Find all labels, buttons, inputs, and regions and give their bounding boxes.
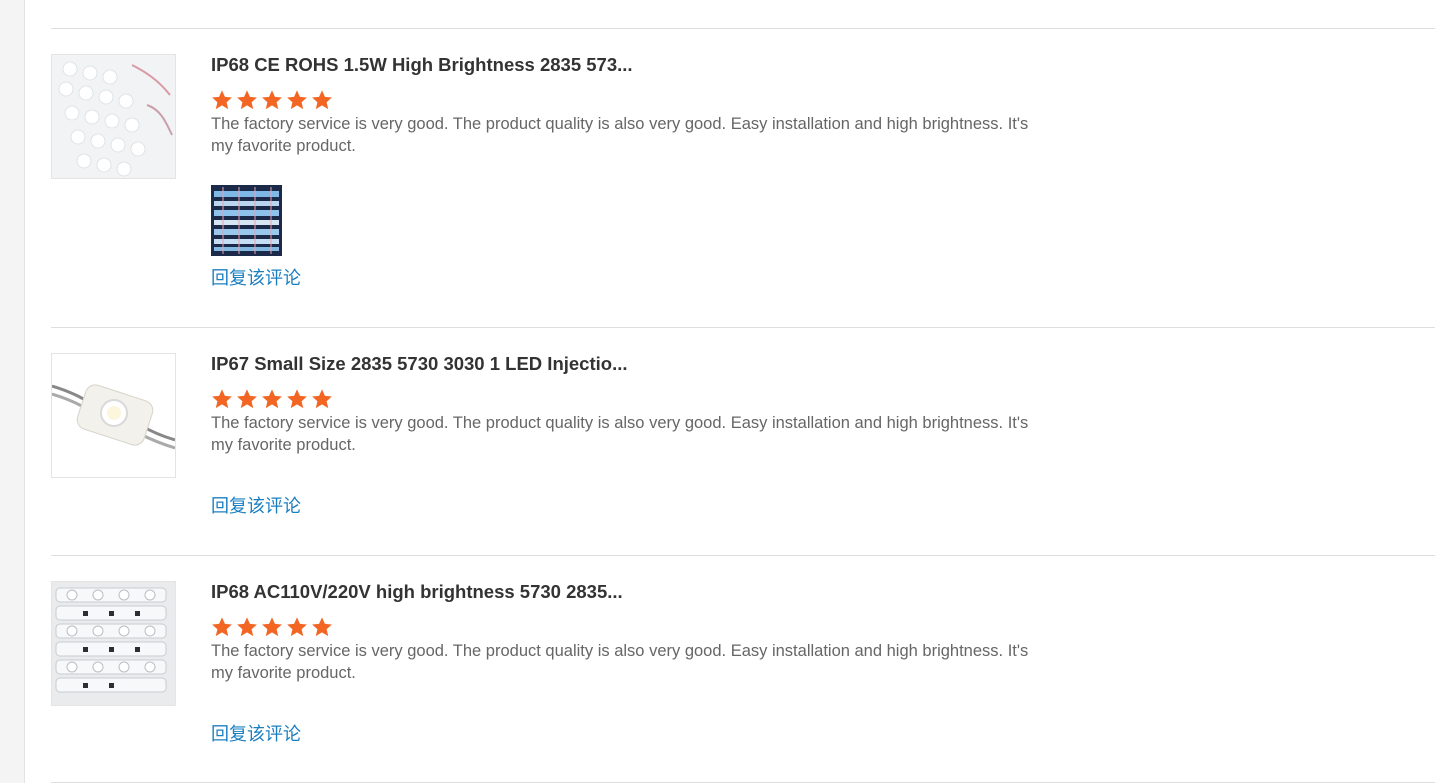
star-icon bbox=[311, 388, 333, 410]
reply-link[interactable]: 回复该评论 bbox=[211, 266, 301, 290]
star-icon bbox=[236, 388, 258, 410]
review-photo[interactable] bbox=[211, 185, 282, 256]
product-title[interactable]: IP68 AC110V/220V high brightness 5730 28… bbox=[211, 580, 1435, 604]
rating-stars bbox=[211, 616, 1435, 638]
star-icon bbox=[236, 616, 258, 638]
star-icon bbox=[286, 616, 308, 638]
star-icon bbox=[286, 89, 308, 111]
star-icon bbox=[311, 616, 333, 638]
product-thumbnail[interactable] bbox=[51, 54, 176, 179]
review-text: The factory service is very good. The pr… bbox=[211, 115, 1029, 155]
star-icon bbox=[261, 89, 283, 111]
star-icon bbox=[211, 388, 233, 410]
star-icon bbox=[311, 89, 333, 111]
product-title[interactable]: IP68 CE ROHS 1.5W High Brightness 2835 5… bbox=[211, 53, 1435, 77]
left-rail bbox=[0, 0, 25, 783]
star-icon bbox=[261, 388, 283, 410]
product-title[interactable]: IP67 Small Size 2835 5730 3030 1 LED Inj… bbox=[211, 352, 1435, 376]
star-icon bbox=[211, 616, 233, 638]
rating-stars bbox=[211, 89, 1435, 111]
star-icon bbox=[211, 89, 233, 111]
product-thumbnail[interactable] bbox=[51, 353, 176, 478]
reply-link[interactable]: 回复该评论 bbox=[211, 494, 301, 518]
review-text: The factory service is very good. The pr… bbox=[211, 642, 1029, 682]
star-icon bbox=[236, 89, 258, 111]
rating-stars bbox=[211, 388, 1435, 410]
review-item: IP67 Small Size 2835 5730 3030 1 LED Inj… bbox=[51, 328, 1435, 555]
star-icon bbox=[261, 616, 283, 638]
product-thumbnail[interactable] bbox=[51, 581, 176, 706]
review-item: IP68 AC110V/220V high brightness 5730 28… bbox=[51, 556, 1435, 782]
review-item: IP68 CE ROHS 1.5W High Brightness 2835 5… bbox=[51, 29, 1435, 327]
star-icon bbox=[286, 388, 308, 410]
review-text: The factory service is very good. The pr… bbox=[211, 414, 1029, 454]
reply-link[interactable]: 回复该评论 bbox=[211, 722, 301, 746]
review-list: IP68 CE ROHS 1.5W High Brightness 2835 5… bbox=[51, 0, 1435, 783]
